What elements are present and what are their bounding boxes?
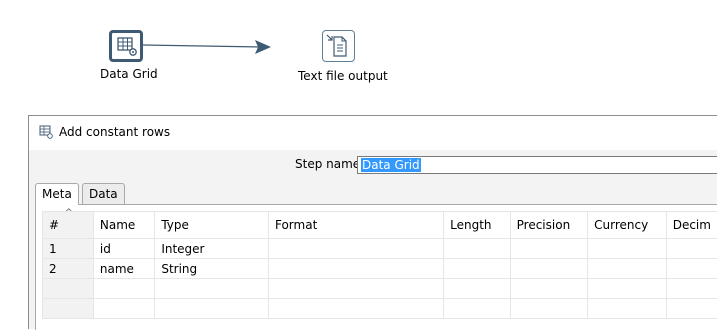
column-header-type[interactable]: Type [155,212,269,239]
format-cell[interactable] [268,279,443,299]
step-name-input[interactable]: Data Grid [357,156,717,174]
table-row[interactable] [43,299,717,319]
decimal-cell[interactable] [666,259,717,279]
column-header-currency[interactable]: Currency [588,212,667,239]
tab-strip: Meta Data [35,183,717,205]
text-file-output-step[interactable] [322,30,355,62]
table-header-row: # Name Type Format Length Precision Curr… [43,212,717,239]
text-file-output-step-label: Text file output [298,69,388,83]
row-number-cell[interactable] [43,299,94,319]
currency-cell[interactable] [588,259,667,279]
tab-data[interactable]: Data [82,183,125,204]
length-cell[interactable] [444,259,511,279]
format-cell[interactable] [268,239,443,259]
data-grid-step[interactable] [109,30,143,62]
data-grid-icon [112,33,140,59]
add-constant-rows-dialog: Add constant rows Step name Data Grid Me… [28,115,717,329]
type-cell[interactable]: Integer [155,239,269,259]
data-grid-icon [39,125,53,139]
hop-arrow[interactable] [0,0,717,112]
table-row[interactable]: 2 name String [43,259,717,279]
tab-meta[interactable]: Meta [35,183,79,205]
row-number-cell[interactable]: 2 [43,259,94,279]
step-name-label: Step name [295,157,360,171]
format-cell[interactable] [268,299,443,319]
text-file-output-icon [323,31,354,61]
column-header-name[interactable]: Name [93,212,154,239]
length-cell[interactable] [444,239,511,259]
length-cell[interactable] [444,299,511,319]
column-header-format[interactable]: Format [268,212,443,239]
row-number-cell[interactable] [43,279,94,299]
precision-cell[interactable] [510,299,588,319]
row-number-cell[interactable]: 1 [43,239,94,259]
column-header-decimal[interactable]: Decim [666,212,717,239]
table-row[interactable] [43,279,717,299]
type-cell[interactable]: String [155,259,269,279]
precision-cell[interactable] [510,259,588,279]
column-header-length[interactable]: Length [444,212,511,239]
dialog-titlebar[interactable]: Add constant rows [29,116,717,150]
name-cell[interactable] [93,279,154,299]
data-grid-step-label: Data Grid [100,67,158,81]
currency-cell[interactable] [588,299,667,319]
name-cell[interactable] [93,299,154,319]
type-cell[interactable] [155,279,269,299]
decimal-cell[interactable] [666,299,717,319]
column-header-precision[interactable]: Precision [510,212,588,239]
type-cell[interactable] [155,299,269,319]
decimal-cell[interactable] [666,239,717,259]
currency-cell[interactable] [588,279,667,299]
dialog-title: Add constant rows [59,125,170,139]
meta-panel: ^ # Name Type Format Length Precision Cu… [35,205,717,330]
format-cell[interactable] [268,259,443,279]
currency-cell[interactable] [588,239,667,259]
transformation-canvas[interactable]: Data Grid Text file output [0,0,717,112]
step-name-value: Data Grid [361,158,421,172]
field-metadata-table: # Name Type Format Length Precision Curr… [42,211,717,319]
column-header-number[interactable]: # [43,212,94,239]
precision-cell[interactable] [510,239,588,259]
precision-cell[interactable] [510,279,588,299]
name-cell[interactable]: id [93,239,154,259]
decimal-cell[interactable] [666,279,717,299]
length-cell[interactable] [444,279,511,299]
name-cell[interactable]: name [93,259,154,279]
table-row[interactable]: 1 id Integer [43,239,717,259]
